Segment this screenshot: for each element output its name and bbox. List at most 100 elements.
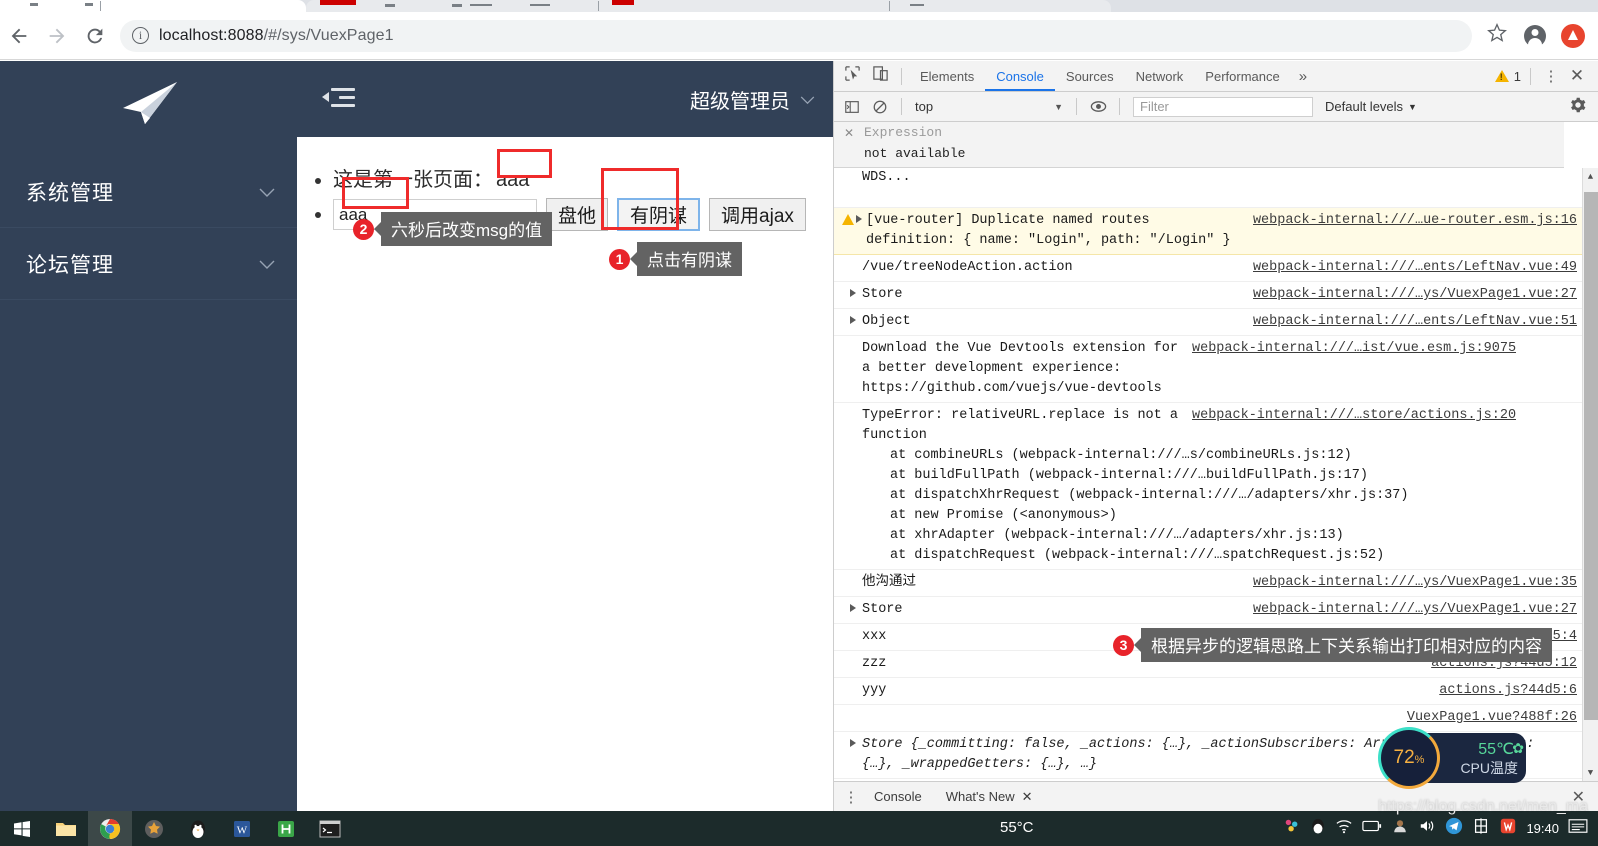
log-source[interactable]: webpack-internal:///…store/actions.js:20 [1192, 406, 1516, 446]
console-sidebar-icon[interactable] [838, 94, 866, 120]
cpu-monitor-widget[interactable]: 55℃ ✿ CPU温度 72% [1378, 727, 1528, 789]
close-icon[interactable]: ✕ [844, 126, 854, 141]
battery-icon[interactable] [1362, 819, 1382, 838]
device-toolbar-button[interactable] [866, 63, 894, 89]
expand-triangle-icon[interactable] [850, 604, 856, 612]
close-icon[interactable]: ✕ [1564, 66, 1590, 86]
log-source[interactable]: webpack-internal:///…ys/VuexPage1.vue:27 [1253, 600, 1577, 620]
tab-sources[interactable]: Sources [1055, 61, 1125, 91]
drawer-tab-whats-new[interactable]: What's New ✕ [934, 789, 1045, 805]
tab-network[interactable]: Network [1125, 61, 1195, 91]
wifi-icon[interactable] [1335, 818, 1353, 839]
log-row[interactable]: /vue/treeNodeAction.action webpack-inter… [834, 255, 1583, 282]
sidebar-item-system-management[interactable]: 系统管理 [0, 156, 297, 228]
taskbar-temperature: 55°C [1000, 819, 1034, 836]
javaee-icon[interactable] [132, 811, 176, 846]
user-menu[interactable]: 超级管理员 [690, 85, 815, 114]
profile-button[interactable] [1518, 19, 1552, 53]
forward-button[interactable] [38, 17, 76, 55]
gear-icon[interactable] [1570, 97, 1594, 117]
sidebar-item-forum-management[interactable]: 论坛管理 [0, 228, 297, 300]
expand-triangle-icon[interactable] [850, 739, 856, 747]
expand-triangle-icon[interactable] [850, 289, 856, 297]
log-source[interactable]: webpack-internal:///…ents/LeftNav.vue:51 [1253, 312, 1577, 332]
more-vertical-icon[interactable]: ⋮ [1540, 67, 1562, 85]
extension-button[interactable] [1556, 19, 1590, 53]
console-scrollbar[interactable]: ▲ ▼ [1582, 168, 1598, 781]
browser-tabstrip[interactable] [0, 0, 1598, 12]
execution-context-select[interactable]: top ▼ [909, 99, 1069, 114]
live-expression-icon[interactable] [1084, 94, 1112, 120]
tab-favicon-red-2 [612, 0, 634, 5]
log-source[interactable]: webpack-internal:///…ys/VuexPage1.vue:27 [1253, 285, 1577, 305]
chevron-double-right-icon[interactable]: » [1291, 68, 1315, 85]
expand-triangle-icon[interactable] [850, 316, 856, 324]
address-bar[interactable]: i localhost:8088/#/sys/VuexPage1 [120, 19, 1472, 52]
bookmark-button[interactable] [1480, 19, 1514, 53]
log-row[interactable]: yyy actions.js?44d5:6 [834, 678, 1583, 705]
stack-line[interactable]: at dispatchXhrRequest (webpack-internal:… [862, 486, 1577, 506]
volume-icon[interactable] [1418, 818, 1436, 839]
log-row[interactable]: [vue-router] Duplicate named routes defi… [834, 208, 1583, 255]
qq-tray-icon[interactable] [1310, 817, 1326, 840]
ime-chinese-icon[interactable] [1472, 817, 1490, 840]
warning-badge[interactable]: 1 [1494, 69, 1521, 84]
taskbar-clock[interactable]: 19:40 [1526, 821, 1559, 836]
telegram-icon[interactable] [1445, 817, 1463, 840]
windows-start-icon[interactable] [0, 811, 44, 846]
call-ajax-button[interactable]: 调用ajax [709, 198, 806, 231]
log-source[interactable]: webpack-internal:///…ys/VuexPage1.vue:35 [1253, 573, 1577, 593]
log-levels-select[interactable]: Default levels ▼ [1325, 99, 1417, 114]
stack-line[interactable]: at buildFullPath (webpack-internal:///…b… [862, 466, 1577, 486]
site-info-icon[interactable]: i [132, 27, 149, 44]
tab-separator-0 [100, 1, 101, 11]
tray-user-icon[interactable] [1391, 818, 1409, 839]
clear-console-icon[interactable] [866, 94, 894, 120]
screenshot-icon[interactable] [1283, 817, 1301, 840]
stack-line[interactable]: at combineURLs (webpack-internal:///…s/c… [862, 446, 1577, 466]
more-vertical-icon[interactable]: ⋮ [840, 788, 862, 806]
huawei-icon[interactable] [264, 811, 308, 846]
app-logo[interactable] [0, 61, 297, 156]
log-row[interactable]: 他沟通过 webpack-internal:///…ys/VuexPage1.v… [834, 570, 1583, 597]
log-source[interactable]: actions.js?44d5:6 [1439, 681, 1577, 701]
stack-line[interactable]: at xhrAdapter (webpack-internal:///…/ada… [862, 526, 1577, 546]
back-button[interactable] [0, 17, 38, 55]
qq-penguin-icon[interactable] [176, 811, 220, 846]
chrome-icon[interactable] [88, 811, 132, 846]
log-source[interactable]: webpack-internal:///…ist/vue.esm.js:9075 [1192, 339, 1516, 359]
you-yin-mou-button[interactable]: 有阴谋 [617, 198, 701, 231]
terminal-icon[interactable] [308, 811, 352, 846]
notification-center-icon[interactable] [1568, 818, 1588, 839]
browser-tab-group[interactable] [306, 0, 1111, 12]
tab-elements[interactable]: Elements [909, 61, 985, 91]
menu-collapse-icon[interactable] [321, 86, 355, 112]
pan-ta-button[interactable]: 盘他 [546, 198, 609, 231]
log-row[interactable]: WDS... [834, 168, 1583, 208]
scrollbar-thumb[interactable] [1584, 192, 1598, 720]
log-row[interactable]: TypeError: relativeURL.replace is not a … [834, 403, 1583, 570]
file-explorer-icon[interactable] [44, 811, 88, 846]
console-message-list[interactable]: WDS... [vue-router] Duplicate named rout… [834, 168, 1583, 781]
log-source[interactable]: VuexPage1.vue?488f:26 [1407, 708, 1577, 728]
word-icon[interactable]: W [220, 811, 264, 846]
tab-performance[interactable]: Performance [1194, 61, 1290, 91]
log-source[interactable]: webpack-internal:///…ue-router.esm.js:16 [1253, 211, 1577, 231]
wps-icon[interactable] [1499, 817, 1517, 840]
log-row[interactable]: Download the Vue Devtools extension for … [834, 336, 1583, 403]
stack-line[interactable]: at dispatchRequest (webpack-internal:///… [862, 546, 1577, 566]
drawer-tab-console[interactable]: Console [862, 789, 934, 804]
log-row[interactable]: Object webpack-internal:///…ents/LeftNav… [834, 309, 1583, 336]
console-filter-input[interactable]: Filter [1133, 96, 1313, 117]
expand-triangle-icon[interactable] [856, 215, 862, 223]
log-row[interactable]: Store webpack-internal:///…ys/VuexPage1.… [834, 282, 1583, 309]
inspect-element-button[interactable] [838, 63, 866, 89]
log-source[interactable]: webpack-internal:///…ents/LeftNav.vue:49 [1253, 258, 1577, 278]
scroll-up-arrow-icon[interactable]: ▲ [1583, 168, 1598, 185]
scroll-down-arrow-icon[interactable]: ▼ [1583, 764, 1598, 781]
tab-console[interactable]: Console [985, 61, 1055, 91]
close-icon[interactable]: ✕ [1022, 789, 1033, 805]
chevron-down-icon: ▼ [1408, 101, 1417, 112]
reload-button[interactable] [76, 17, 114, 55]
log-row[interactable]: Store webpack-internal:///…ys/VuexPage1.… [834, 597, 1583, 624]
